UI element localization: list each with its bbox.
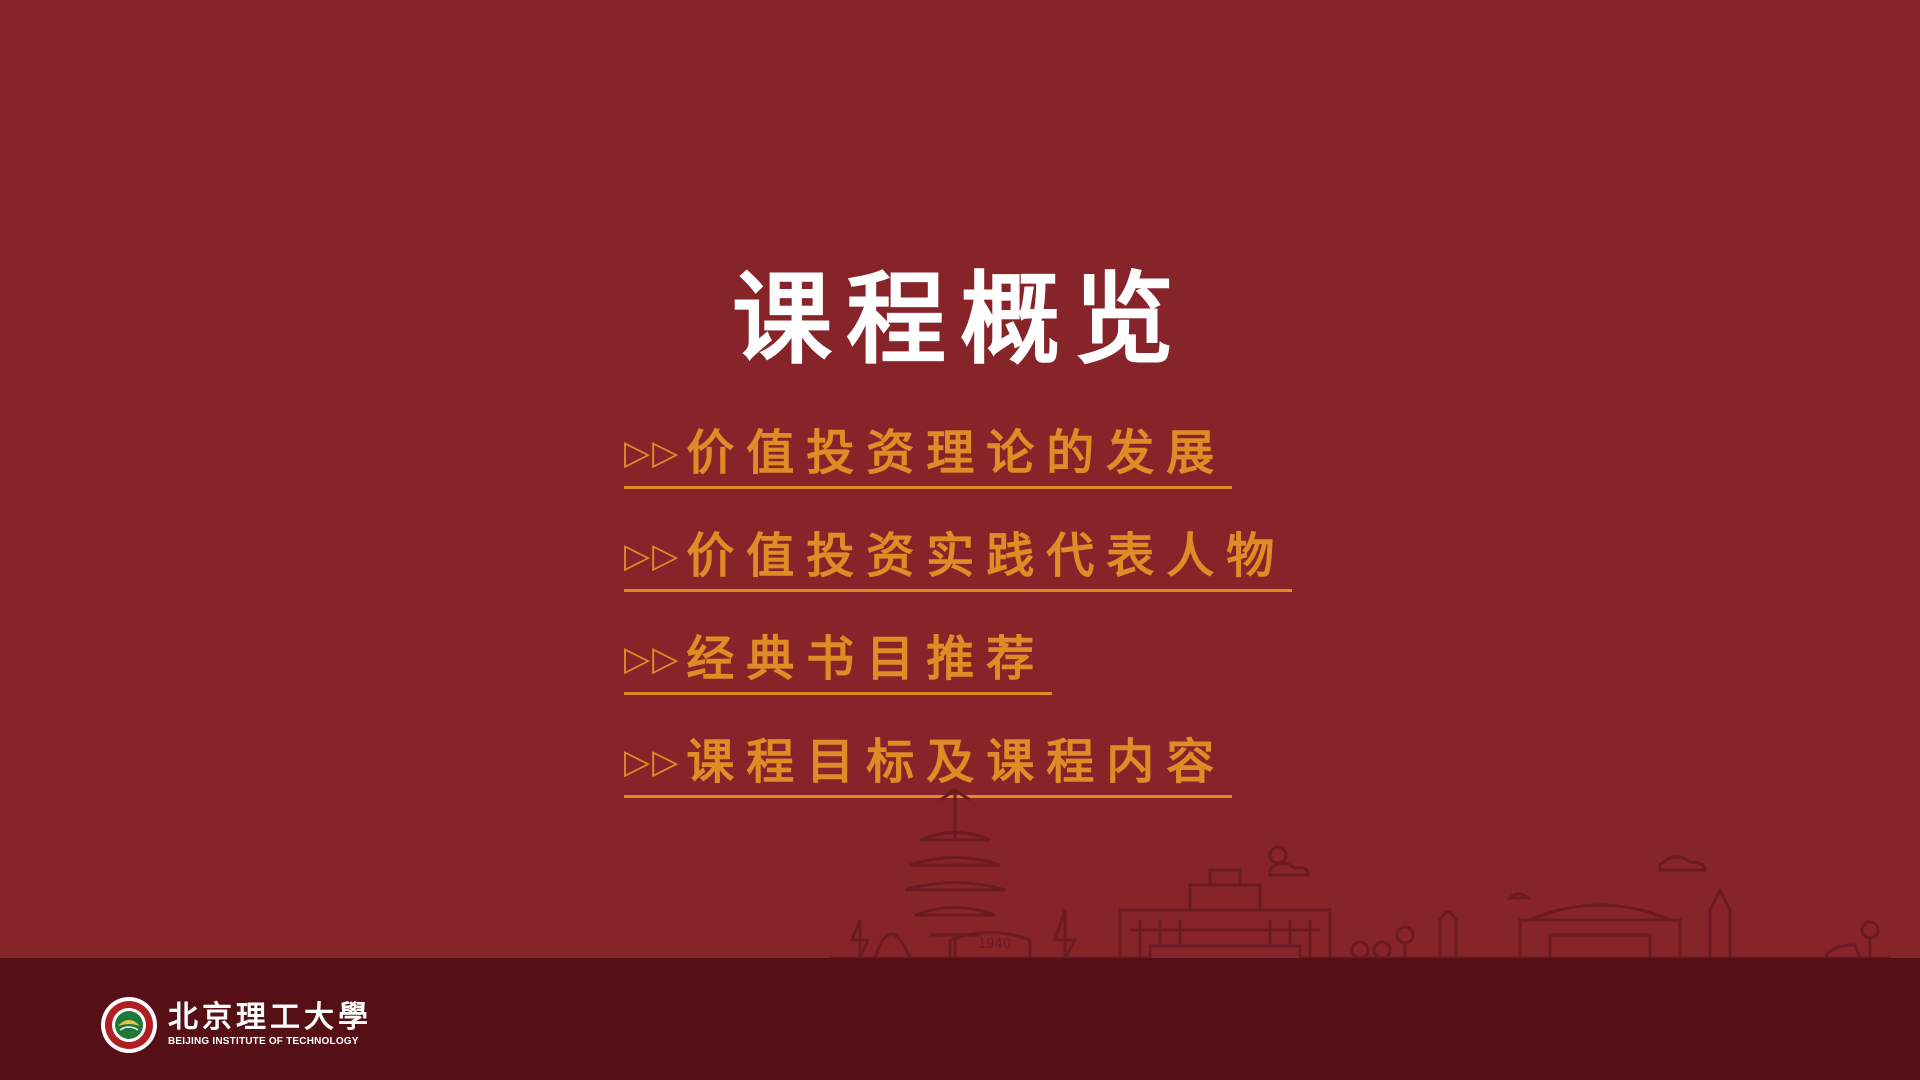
slide-title: 课程概览 xyxy=(732,260,1188,378)
double-triangle-icon: ▷▷ xyxy=(624,536,681,576)
double-triangle-icon: ▷▷ xyxy=(624,742,681,782)
campus-skyline-illustration: 1940 xyxy=(830,788,1890,960)
logo-english-name: BEIJING INSTITUTE OF TECHNOLOGY xyxy=(168,1036,359,1047)
logo-chinese-name: 北京理工大學 xyxy=(168,1000,372,1035)
menu-link-label: 价值投资实践代表人物 xyxy=(686,528,1287,584)
menu-link-label: 价值投资理论的发展 xyxy=(686,425,1227,481)
menu-link-label: 经典书目推荐 xyxy=(686,631,1047,687)
university-emblem-icon xyxy=(101,997,157,1053)
logo-text: 北京理工大學 BEIJING INSTITUTE OF TECHNOLOGY xyxy=(168,1001,372,1049)
menu-link-representative-figures[interactable]: ▷▷ 价值投资实践代表人物 xyxy=(624,523,1293,592)
menu-link-classic-books[interactable]: ▷▷ 经典书目推荐 xyxy=(624,626,1053,695)
university-logo: 北京理工大學 BEIJING INSTITUTE OF TECHNOLOGY xyxy=(100,996,372,1054)
double-triangle-icon: ▷▷ xyxy=(624,639,681,679)
menu-link-value-investing-theory[interactable]: ▷▷ 价值投资理论的发展 xyxy=(624,420,1233,489)
slide: 课程概览 ▷▷ 价值投资理论的发展 ▷▷ 价值投资实践代表人物 ▷▷ 经典书目推… xyxy=(0,0,1920,1080)
double-triangle-icon: ▷▷ xyxy=(624,433,681,473)
svg-text:1940: 1940 xyxy=(978,937,1011,952)
